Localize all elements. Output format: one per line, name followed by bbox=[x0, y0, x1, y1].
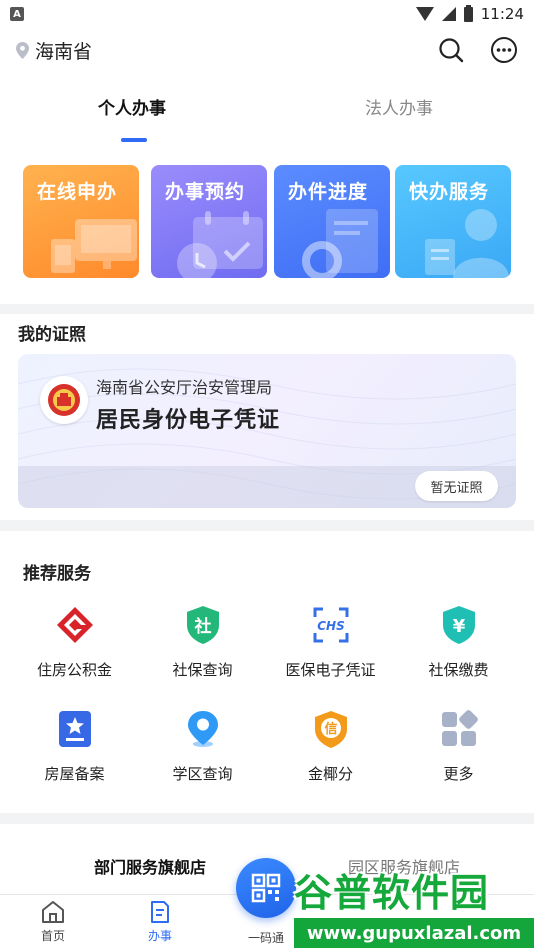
nav-one-code[interactable]: 一码通 bbox=[231, 927, 301, 946]
recommend-section-title: 推荐服务 bbox=[23, 564, 91, 584]
watermark: 谷普软件园 www.gupuxlazal.com bbox=[294, 862, 534, 950]
home-icon bbox=[42, 901, 64, 923]
signal-icon bbox=[441, 7, 456, 21]
tab-department-flagship[interactable]: 部门服务旗舰店 bbox=[94, 854, 206, 878]
housing-fund-icon bbox=[56, 607, 93, 643]
service-label: 房屋备案 bbox=[44, 765, 105, 783]
notification-badge-icon: A bbox=[10, 7, 24, 21]
tab-corporate[interactable]: 法人办事 bbox=[365, 94, 433, 119]
svg-text:社: 社 bbox=[193, 616, 211, 637]
qr-code-icon bbox=[251, 873, 281, 903]
police-emblem-icon bbox=[40, 376, 88, 424]
credit-badge-icon: 信 bbox=[314, 711, 347, 748]
chs-medical-insurance-icon: CHS bbox=[313, 607, 348, 643]
fast-service-card[interactable]: 快办服务 bbox=[395, 165, 511, 278]
license-issuer: 海南省公安厅治安管理局 bbox=[96, 378, 273, 397]
service-label: 学区查询 bbox=[172, 765, 233, 783]
battery-icon bbox=[463, 4, 473, 22]
service-school-district[interactable]: 学区查询 bbox=[136, 709, 269, 789]
social-security-shield-icon: 社 bbox=[186, 606, 219, 644]
service-label: 社保查询 bbox=[172, 661, 233, 679]
nav-home[interactable]: 首页 bbox=[18, 899, 88, 944]
license-name: 居民身份电子凭证 bbox=[96, 408, 281, 433]
status-icons: 11:24 bbox=[415, 4, 524, 23]
service-label: 医保电子凭证 bbox=[285, 661, 376, 679]
app-header: 海南省 bbox=[0, 28, 534, 72]
service-label: 金椰分 bbox=[307, 765, 353, 783]
location-selector[interactable]: 海南省 bbox=[35, 37, 92, 64]
watermark-title: 谷普软件园 bbox=[294, 871, 490, 915]
yuan-shield-icon: ¥ bbox=[442, 606, 475, 644]
nav-services[interactable]: 办事 bbox=[125, 899, 195, 944]
active-tab-indicator bbox=[121, 138, 147, 142]
progress-card[interactable]: 办件进度 bbox=[274, 165, 390, 278]
no-license-button[interactable]: 暂无证照 bbox=[415, 471, 498, 501]
status-time: 11:24 bbox=[480, 5, 524, 23]
location-pin-icon bbox=[187, 711, 218, 747]
svg-text:CHS: CHS bbox=[317, 619, 345, 633]
service-housing-fund[interactable]: 住房公积金 bbox=[8, 605, 141, 685]
svg-text:信: 信 bbox=[324, 721, 337, 737]
grid-more-icon bbox=[441, 710, 478, 746]
service-label: 住房公积金 bbox=[36, 661, 112, 679]
nav-label: 办事 bbox=[147, 929, 172, 943]
id-credential-card[interactable]: 海南省公安厅治安管理局 居民身份电子凭证 暂无证照 bbox=[18, 354, 516, 508]
fast-service-label: 快办服务 bbox=[409, 181, 490, 203]
more-options-icon[interactable] bbox=[490, 36, 518, 64]
service-medical-insurance[interactable]: CHS 医保电子凭证 bbox=[264, 605, 397, 685]
online-apply-card[interactable]: 在线申办 bbox=[23, 165, 139, 278]
appointment-label: 办事预约 bbox=[165, 181, 246, 203]
recommended-services: 推荐服务 住房公积金 社 社保查询 CHS 医保电子凭证 ¥ 社保缴费 房屋备案… bbox=[0, 531, 534, 813]
location-pin-icon bbox=[16, 41, 29, 59]
search-icon[interactable] bbox=[438, 37, 464, 63]
service-credit-score[interactable]: 信 金椰分 bbox=[264, 709, 397, 789]
service-label: 社保缴费 bbox=[428, 661, 489, 679]
my-license-section: 我的证照 海南省公安厅治安管理局 居民身份电子凭证 暂无证照 bbox=[0, 314, 534, 520]
wifi-icon bbox=[415, 7, 434, 21]
service-social-security-payment[interactable]: ¥ 社保缴费 bbox=[392, 605, 525, 685]
svg-text:¥: ¥ bbox=[452, 616, 465, 637]
service-social-security-query[interactable]: 社 社保查询 bbox=[136, 605, 269, 685]
online-apply-label: 在线申办 bbox=[37, 181, 118, 203]
house-record-icon bbox=[58, 711, 91, 747]
service-label: 更多 bbox=[443, 765, 474, 783]
nav-label: 一码通 bbox=[247, 931, 284, 945]
service-cards: 在线申办 办事预约 办件进度 快办服务 bbox=[23, 165, 513, 278]
appointment-card[interactable]: 办事预约 bbox=[151, 165, 267, 278]
status-bar: A 11:24 bbox=[0, 0, 534, 28]
license-section-title: 我的证照 bbox=[18, 325, 86, 345]
services-panel: 个人办事 法人办事 在线申办 办事预约 办件进度 快办服务 bbox=[0, 72, 534, 304]
document-icon bbox=[151, 901, 169, 923]
progress-label: 办件进度 bbox=[288, 181, 369, 203]
service-more[interactable]: 更多 bbox=[392, 709, 525, 789]
qr-code-button[interactable] bbox=[236, 858, 296, 918]
tab-personal[interactable]: 个人办事 bbox=[98, 94, 166, 119]
nav-label: 首页 bbox=[40, 929, 65, 943]
service-house-record[interactable]: 房屋备案 bbox=[8, 709, 141, 789]
watermark-url: www.gupuxlazal.com bbox=[294, 918, 534, 948]
service-tabs: 个人办事 法人办事 bbox=[0, 94, 534, 124]
